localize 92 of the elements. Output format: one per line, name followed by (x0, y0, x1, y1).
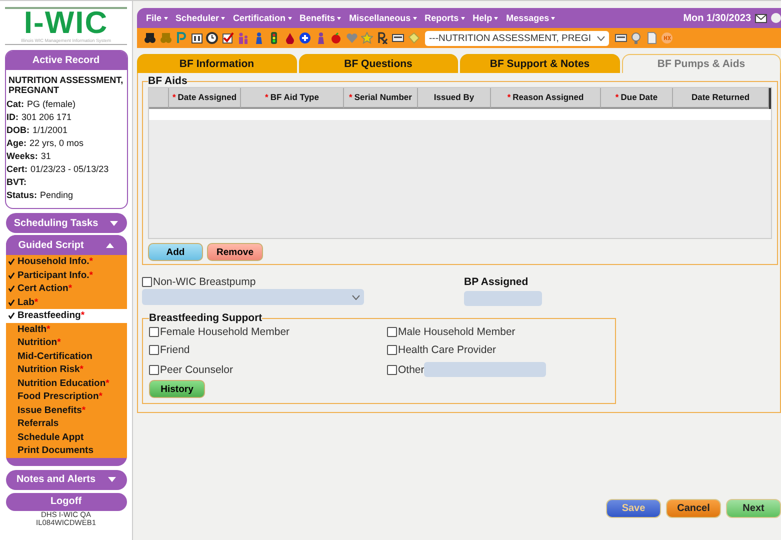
section-title: Breastfeeding Support (149, 312, 262, 324)
non-wic-breastpump-checkbox[interactable]: Non-WIC Breastpump (142, 276, 464, 288)
caret-icon (106, 242, 114, 248)
required-mark: * (57, 337, 61, 348)
required-mark: * (68, 283, 72, 294)
menu-item[interactable]: Benefits (296, 13, 344, 23)
support-checkbox[interactable]: Female Household Member (149, 326, 290, 338)
menu-item[interactable]: Scheduler (172, 13, 228, 23)
record-field: Cat: PG (female) (6, 98, 126, 111)
support-checkbox[interactable]: Male Household Member (387, 326, 516, 338)
required-mark: * (82, 404, 86, 416)
field-label: BP Assigned (464, 276, 530, 288)
record-field: BVT: (6, 176, 126, 189)
script-step[interactable]: Nutrition* (6, 336, 126, 350)
record-name: NUTRITION ASSESSMENT, PREGNANT (8, 74, 124, 97)
script-step[interactable]: Nutrition Education* (6, 376, 126, 390)
menu-item[interactable]: Messages (503, 13, 558, 23)
calendar-icon[interactable] (190, 32, 202, 44)
record-field: Age: 22 yrs, 0 mos (6, 137, 126, 150)
script-step[interactable]: Lab* (6, 296, 126, 309)
menu-item[interactable]: Certification (230, 13, 295, 23)
record-field: Cert: 01/23/23 - 05/13/23 (6, 163, 126, 176)
tab[interactable]: BF Support & Notes (460, 54, 620, 73)
clock-icon[interactable] (206, 32, 218, 44)
add-button[interactable]: Add (148, 243, 203, 261)
script-step[interactable]: Nutrition Risk* (6, 363, 126, 376)
required-mark: * (98, 391, 102, 402)
remove-button[interactable]: Remove (207, 243, 263, 261)
section-title: BF Aids (148, 75, 188, 87)
card-icon[interactable] (392, 32, 404, 44)
support-checkbox[interactable]: Other (387, 364, 424, 376)
date-label: Mon 1/30/2023 (683, 12, 751, 24)
script-step[interactable]: Food Prescription* (6, 390, 126, 404)
script-step[interactable]: Mid-Certification (6, 350, 126, 363)
checkbox-icon[interactable] (222, 32, 234, 44)
script-step[interactable]: Cert Action* (6, 282, 126, 296)
record-field: ID: 301 206 171 (6, 111, 126, 124)
notes-and-alerts-button[interactable]: Notes and Alerts (6, 470, 126, 490)
support-checkbox[interactable]: Health Care Provider (387, 344, 496, 356)
required-mark: * (80, 364, 84, 376)
next-button[interactable]: Next (726, 499, 781, 518)
prescription-icon[interactable] (376, 32, 388, 44)
required-mark: * (106, 378, 110, 389)
caret-icon (108, 477, 116, 482)
bulb-icon[interactable] (630, 32, 642, 44)
history-button[interactable]: History (149, 380, 205, 398)
script-step[interactable]: Print Documents (6, 444, 126, 458)
other-field[interactable] (424, 362, 546, 377)
record-field: Weeks: 31 (6, 150, 126, 163)
bp-assigned-field[interactable] (464, 291, 542, 306)
tab[interactable]: BF Questions (298, 54, 458, 73)
script-step[interactable]: Schedule Appt (6, 430, 126, 444)
apple-icon[interactable] (330, 32, 342, 44)
traffic-light-icon[interactable] (268, 32, 280, 44)
required-mark: * (80, 310, 85, 322)
menu-item[interactable]: Help (470, 13, 502, 23)
logoff-button[interactable]: Logoff (6, 492, 126, 510)
scheduling-tasks-button[interactable]: Scheduling Tasks (6, 213, 126, 233)
tab[interactable]: BF Information (137, 54, 296, 73)
record-field: DOB: 1/1/2001 (6, 124, 126, 137)
panel-title: Active Record (6, 51, 126, 70)
required-mark: * (34, 296, 38, 308)
binoculars-icon[interactable] (144, 32, 156, 44)
script-step[interactable]: Participant Info.* (6, 268, 126, 282)
script-step[interactable]: Breastfeeding* (6, 309, 126, 322)
menu-item[interactable]: Miscellaneous (346, 13, 420, 23)
caret-icon (110, 220, 118, 226)
support-checkbox[interactable]: Friend (149, 344, 190, 356)
script-step[interactable]: Referrals (6, 417, 126, 430)
record-dropdown[interactable]: ---NUTRITION ASSESSMENT, PREGI (425, 30, 609, 46)
script-step[interactable]: Household Info.* (6, 255, 126, 268)
drop-icon[interactable] (284, 32, 296, 44)
plus-icon[interactable] (299, 32, 311, 44)
chevron-down-icon (352, 294, 360, 300)
cancel-button[interactable]: Cancel (666, 499, 721, 518)
printer-icon[interactable] (614, 32, 626, 44)
script-step[interactable]: Issue Benefits* (6, 404, 126, 417)
record-field: Status: Pending (6, 189, 126, 202)
logo-title: I-WIC (24, 9, 108, 37)
required-mark: * (46, 324, 50, 335)
tab[interactable]: BF Pumps & Aids (622, 54, 781, 73)
required-mark: * (89, 270, 93, 281)
star-icon[interactable] (361, 32, 373, 44)
menu-item[interactable]: File (143, 13, 171, 23)
hx-icon[interactable] (661, 32, 673, 44)
required-mark: * (89, 256, 93, 268)
document-icon[interactable] (646, 32, 658, 44)
menu-item[interactable]: Reports (422, 13, 468, 23)
mail-icon[interactable] (755, 14, 767, 22)
support-checkbox[interactable]: Peer Counselor (149, 364, 233, 376)
script-step[interactable]: Health* (6, 322, 126, 336)
chevron-down-icon (597, 36, 605, 40)
